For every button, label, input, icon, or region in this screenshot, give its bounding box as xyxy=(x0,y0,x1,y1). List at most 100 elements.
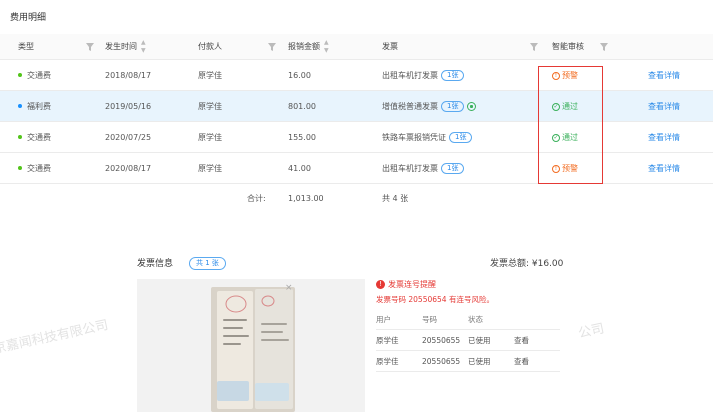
type-label: 福利费 xyxy=(27,102,51,111)
cell-time: 2020/07/25 xyxy=(105,133,152,142)
sort-icon[interactable]: ▲ ▼ xyxy=(324,39,329,55)
sub-col-user: 用户 xyxy=(376,315,391,324)
type-dot-icon xyxy=(18,134,22,139)
col-amount-label: 报销金额 xyxy=(288,42,320,51)
review-status: 预警 xyxy=(552,60,578,91)
sub-table-body: 原学佳 20550655 已使用 查看 原学佳 20550655 已使用 查看 xyxy=(376,330,560,372)
invoice-name: 增值税普通发票 xyxy=(382,102,438,111)
receipt-stub xyxy=(217,381,249,401)
view-link[interactable]: 查看 xyxy=(514,351,529,372)
view-link[interactable]: 查看 xyxy=(514,330,529,351)
review-status: 预警 xyxy=(552,153,578,184)
sort-icon[interactable]: ▲ ▼ xyxy=(141,39,146,55)
cell-time: 2019/05/16 xyxy=(105,102,152,111)
table-header: 类型 发生时间 ▲ ▼ 付款人 报销金额 ▲ ▼ 发票 智能审核 xyxy=(0,34,713,60)
check-circle-icon xyxy=(552,133,560,142)
invoice-name: 出租车机打发票 xyxy=(382,71,438,80)
cell-time: 2020/08/17 xyxy=(105,164,152,173)
warning-icon xyxy=(552,164,560,173)
cell-payer: 原学佳 xyxy=(198,133,222,142)
invoice-count-tag[interactable]: 1张 xyxy=(449,132,473,143)
invoice-count-tag[interactable]: 1张 xyxy=(441,70,465,81)
invoice-verified-icon xyxy=(467,102,477,111)
review-status-label: 通过 xyxy=(562,133,578,142)
cell-review: 通过 xyxy=(552,91,578,122)
alert-title: 发票连号提醒 xyxy=(388,280,436,289)
invoice-count-tag[interactable]: 1张 xyxy=(441,163,465,174)
filter-icon[interactable] xyxy=(600,43,608,51)
invoice-image[interactable] xyxy=(137,279,365,412)
col-type: 类型 xyxy=(18,42,34,51)
alert-description: 发票号码 20550654 有连号风险。 xyxy=(376,295,494,304)
cell-type: 交通费 xyxy=(18,122,51,153)
expense-table: 类型 发生时间 ▲ ▼ 付款人 报销金额 ▲ ▼ 发票 智能审核 交通费 2018/08/… xyxy=(0,34,713,214)
table-row[interactable]: 交通费 2018/08/17 原学佳 16.00 出租车机打发票1张 预警 查看详情 xyxy=(0,60,713,91)
cell-amount: 155.00 xyxy=(288,133,316,142)
cell-invoice: 铁路车票报销凭证 1张 xyxy=(382,122,473,153)
cell-review: 预警 xyxy=(552,60,578,91)
filter-icon[interactable] xyxy=(530,43,538,51)
cell-amount: 801.00 xyxy=(288,102,316,111)
print-line xyxy=(223,343,241,345)
filter-icon[interactable] xyxy=(268,43,276,51)
warning-icon xyxy=(552,71,560,80)
watermark: 公司 xyxy=(577,321,606,342)
alert-header: ! 发票连号提醒 xyxy=(376,279,436,290)
sub-cell-status: 已使用 xyxy=(468,357,491,366)
print-line xyxy=(261,323,287,325)
view-details-link[interactable]: 查看详情 xyxy=(648,60,680,91)
watermark: 京嘉闻科技有限公司 xyxy=(0,317,110,357)
cell-amount: 16.00 xyxy=(288,71,311,80)
cell-invoice: 增值税普通发票 1张 xyxy=(382,91,477,122)
section-title: 费用明细 xyxy=(10,13,47,23)
col-payer: 付款人 xyxy=(198,42,222,51)
print-line xyxy=(261,339,289,341)
invoice-stamp-icon xyxy=(225,295,247,313)
type-label: 交通费 xyxy=(27,133,51,142)
sub-cell-user: 原学佳 xyxy=(376,357,399,366)
cell-payer: 原学佳 xyxy=(198,102,222,111)
view-details-link[interactable]: 查看详情 xyxy=(648,153,680,184)
type-label: 交通费 xyxy=(27,71,51,80)
print-line xyxy=(223,327,243,329)
table-row[interactable]: 交通费 2020/07/25 原学佳 155.00 铁路车票报销凭证1张 通过 查看详情 xyxy=(0,122,713,153)
cell-invoice: 出租车机打发票 1张 xyxy=(382,153,465,184)
invoice-name: 出租车机打发票 xyxy=(382,164,438,173)
footer-amount: 1,013.00 xyxy=(288,194,324,203)
col-time-label: 发生时间 xyxy=(105,42,137,51)
type-dot-icon xyxy=(18,103,22,108)
review-status-label: 预警 xyxy=(562,71,578,80)
col-time[interactable]: 发生时间 ▲ ▼ xyxy=(105,34,146,60)
review-status: 通过 xyxy=(552,122,578,153)
cell-type: 交通费 xyxy=(18,60,51,91)
filter-icon[interactable] xyxy=(86,43,94,51)
type-dot-icon xyxy=(18,165,22,170)
sub-table-header: 用户 号码 状态 xyxy=(376,310,560,330)
review-status-label: 通过 xyxy=(562,102,578,111)
table-row[interactable]: 福利费 2019/05/16 原学佳 801.00 增值税普通发票1张 通过 查看详情 xyxy=(0,91,713,122)
table-body: 交通费2018/08/17原学佳16.00出租车机打发票1张预警查看详情福利费2… xyxy=(0,60,713,184)
cell-review: 通过 xyxy=(552,122,578,153)
sub-table-row: 原学佳 20550655 已使用 查看 xyxy=(376,351,560,372)
type-label: 交通费 xyxy=(27,164,51,173)
view-details-link[interactable]: 查看详情 xyxy=(648,91,680,122)
print-line xyxy=(261,331,283,333)
print-line xyxy=(223,335,249,337)
invoice-count-tag[interactable]: 1张 xyxy=(441,101,465,112)
view-details-link[interactable]: 查看详情 xyxy=(648,122,680,153)
invoice-stamp-icon xyxy=(261,295,275,307)
cell-invoice: 出租车机打发票 1张 xyxy=(382,60,465,91)
close-icon[interactable]: × xyxy=(285,283,293,293)
col-amount[interactable]: 报销金额 ▲ ▼ xyxy=(288,34,329,60)
cell-type: 福利费 xyxy=(18,91,51,122)
invoice-name: 铁路车票报销凭证 xyxy=(382,133,446,142)
cell-time: 2018/08/17 xyxy=(105,71,152,80)
invoice-info-title: 发票信息 xyxy=(137,259,174,269)
table-row[interactable]: 交通费 2020/08/17 原学佳 41.00 出租车机打发票1张 预警 查看详情 xyxy=(0,153,713,184)
sub-cell-status: 已使用 xyxy=(468,336,491,345)
receipt-stub xyxy=(255,383,289,401)
cell-payer: 原学佳 xyxy=(198,164,222,173)
sub-cell-number: 20550655 xyxy=(422,357,461,366)
cell-review: 预警 xyxy=(552,153,578,184)
invoice-count-tag[interactable]: 共 1 张 xyxy=(189,257,226,270)
